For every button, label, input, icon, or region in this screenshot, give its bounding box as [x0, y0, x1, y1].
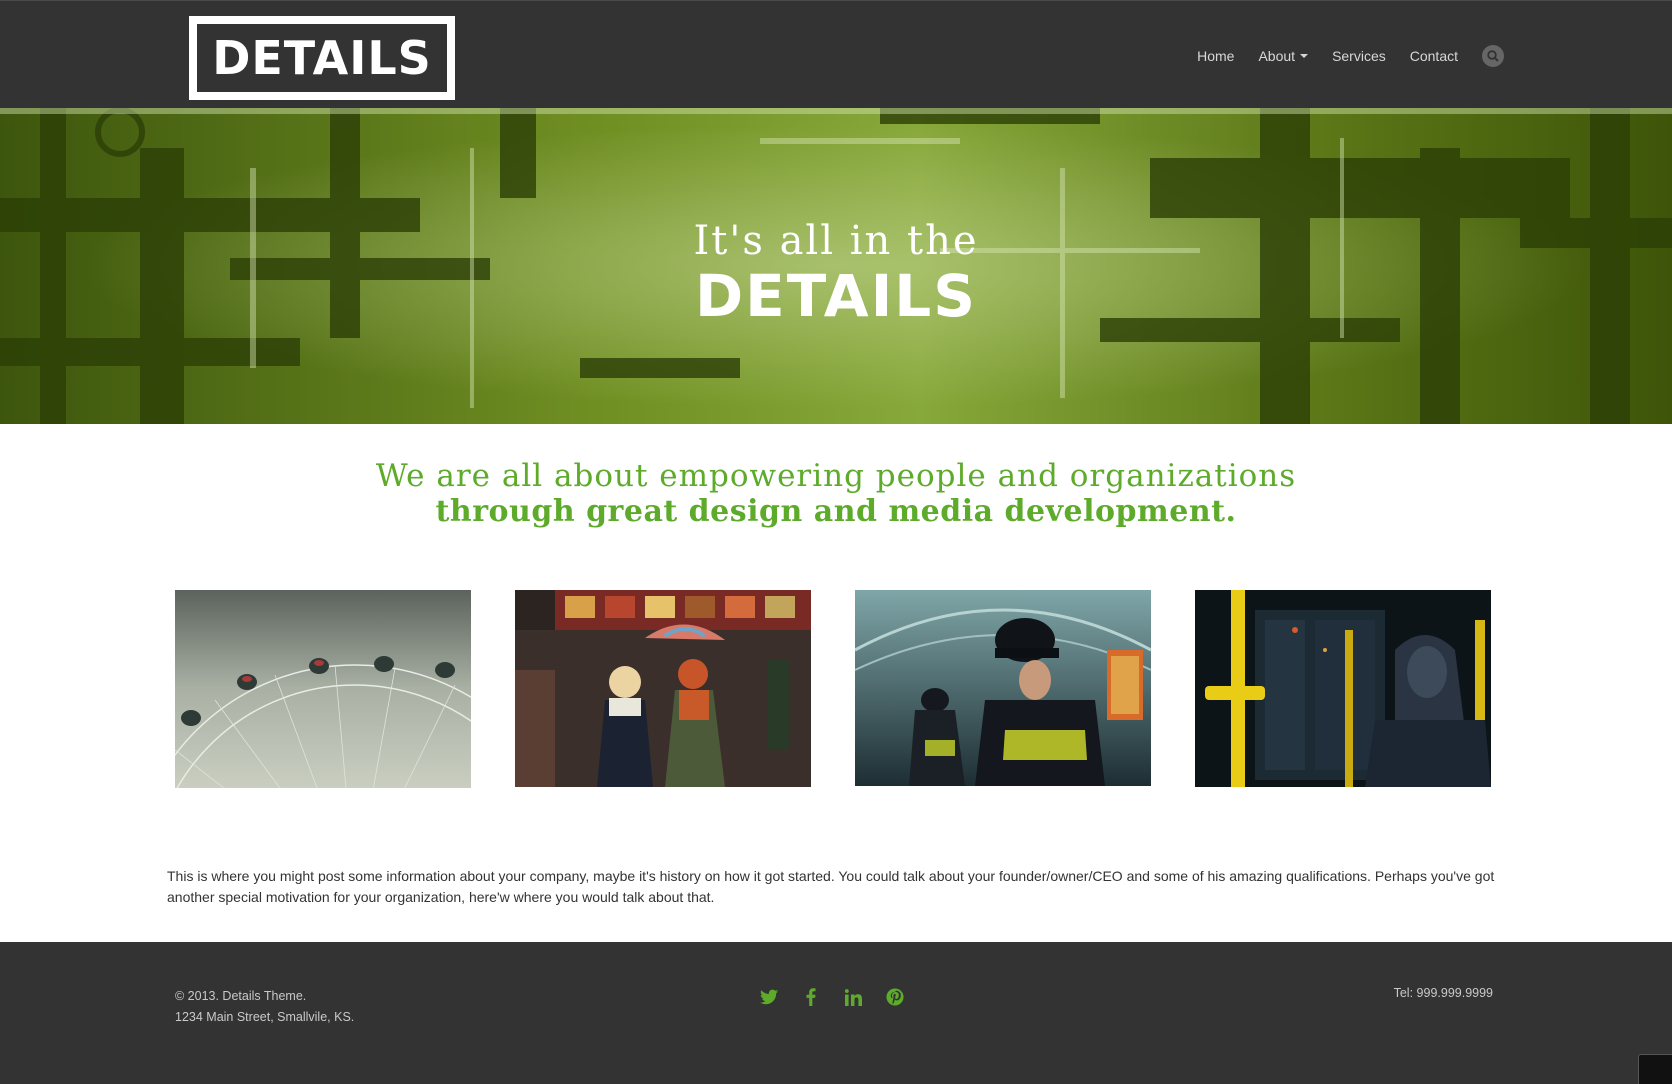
caret-down-icon [1300, 54, 1309, 58]
facebook-icon [806, 988, 816, 1006]
main-nav: Home About Services Contact [1197, 45, 1504, 67]
about-paragraph: This is where you might post some inform… [167, 868, 1495, 905]
nav-label-services: Services [1332, 48, 1386, 64]
footer-address: 1234 Main Street, Smallvile, KS. [175, 1010, 355, 1024]
footer-copyright: © 2013. Details Theme. [175, 989, 307, 1003]
bus-interior-image [1195, 590, 1491, 787]
pinterest-link[interactable] [884, 986, 906, 1008]
tagline: We are all about empowering people and o… [0, 458, 1672, 530]
site-header: DETAILS Home About Services Contact [0, 0, 1672, 108]
hero-banner: It's all in the DETAILS [0, 108, 1672, 424]
pinterest-icon [886, 988, 904, 1006]
scroll-to-top-button[interactable] [1638, 1054, 1672, 1084]
police-tube-image [855, 590, 1151, 786]
hero-line-1: It's all in the [693, 218, 979, 264]
logo-text: DETAILS [197, 24, 447, 92]
search-icon [1487, 50, 1499, 62]
search-button[interactable] [1482, 45, 1504, 67]
gallery-photo-police-tube[interactable] [855, 590, 1151, 786]
nav-item-home[interactable]: Home [1197, 48, 1234, 64]
hero-line-2: DETAILS [694, 262, 978, 330]
site-logo[interactable]: DETAILS [189, 16, 455, 100]
twitter-icon [760, 989, 778, 1005]
street-umbrellas-image [515, 590, 811, 787]
nav-label-home: Home [1197, 48, 1235, 64]
ferris-wheel-image [175, 590, 471, 788]
tagline-line-2: through great design and media developme… [435, 494, 1237, 529]
nav-label-about: About [1258, 48, 1296, 64]
gallery-photo-bus-interior[interactable] [1195, 590, 1491, 787]
nav-item-contact[interactable]: Contact [1410, 48, 1458, 64]
social-links [758, 986, 906, 1008]
gallery-photo-ferris-wheel[interactable] [175, 590, 471, 788]
gallery-photo-street-umbrellas[interactable] [515, 590, 811, 787]
site-footer: © 2013. Details Theme. 1234 Main Street,… [0, 942, 1672, 1084]
linkedin-icon [844, 988, 862, 1006]
footer-info: © 2013. Details Theme. 1234 Main Street,… [175, 986, 354, 1028]
nav-item-about[interactable]: About [1258, 48, 1309, 64]
hero-headline: It's all in the DETAILS [0, 218, 1672, 328]
nav-item-services[interactable]: Services [1332, 48, 1386, 64]
twitter-link[interactable] [758, 986, 780, 1008]
nav-label-contact: Contact [1409, 48, 1458, 64]
photo-gallery [0, 590, 1672, 790]
footer-phone: Tel: 999.999.9999 [1393, 986, 1493, 1000]
facebook-link[interactable] [800, 986, 822, 1008]
linkedin-link[interactable] [842, 986, 864, 1008]
tagline-line-1: We are all about empowering people and o… [375, 458, 1297, 494]
